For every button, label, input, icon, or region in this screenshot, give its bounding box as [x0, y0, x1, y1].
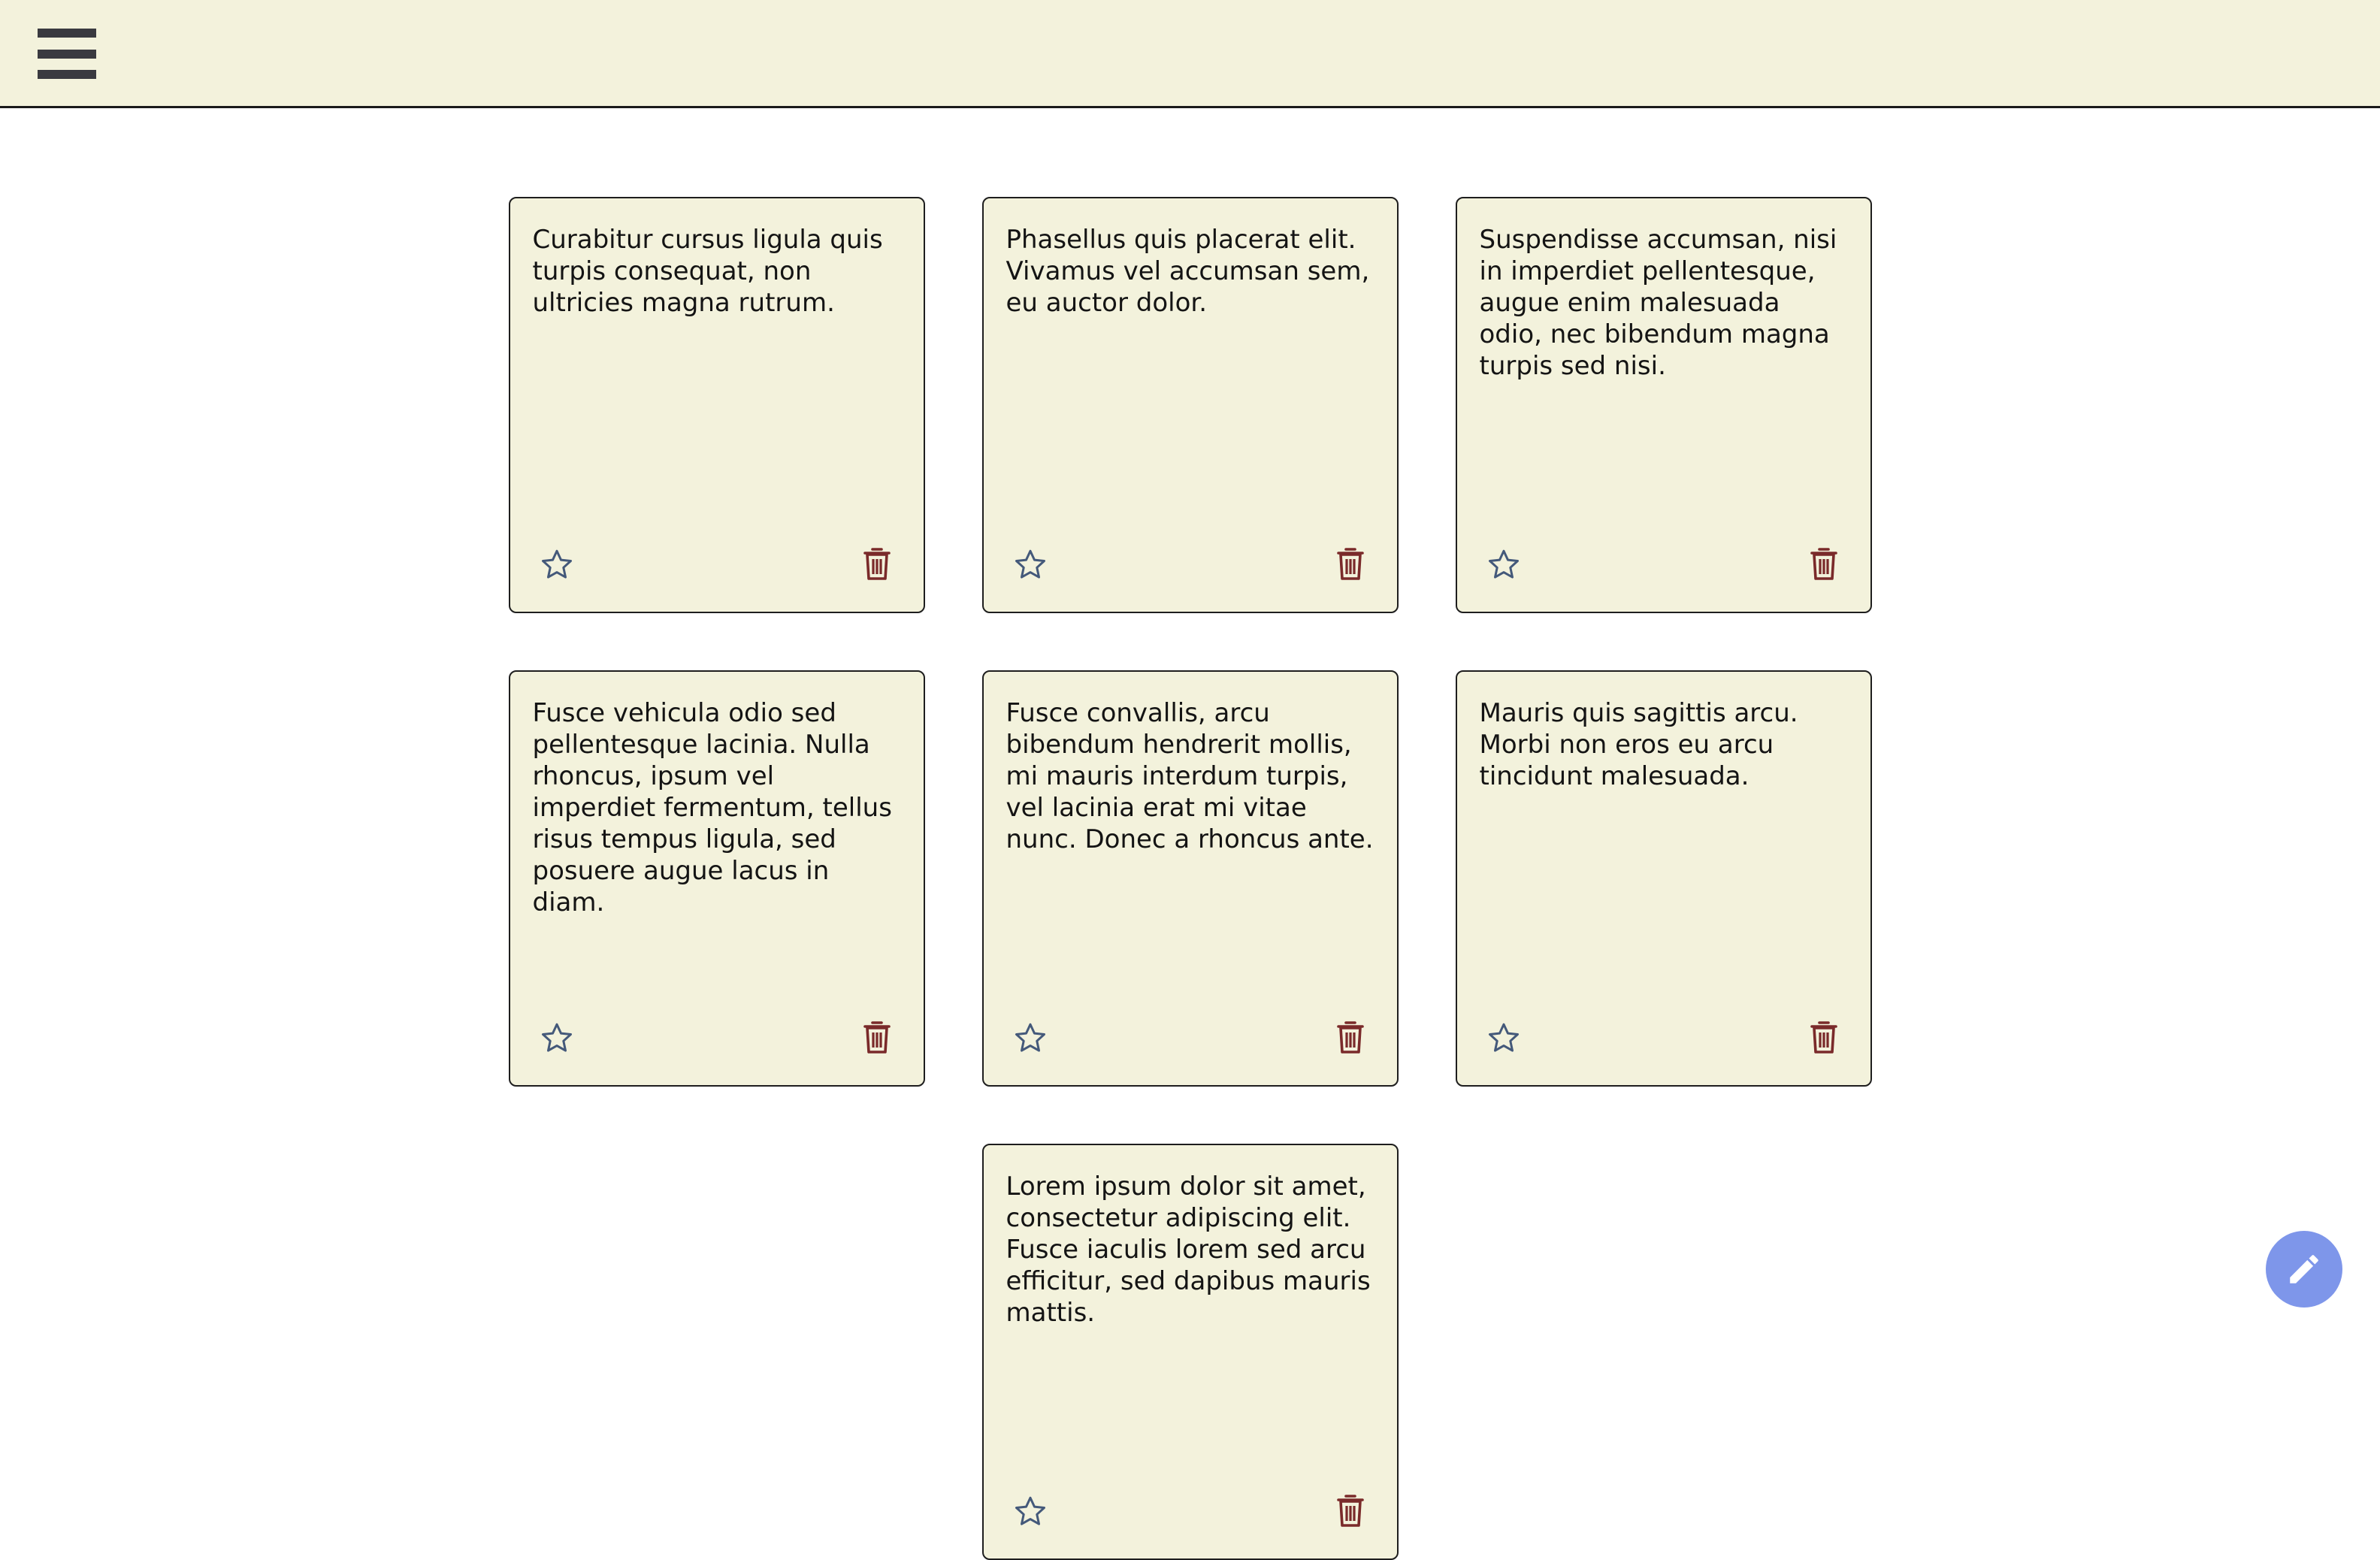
- star-icon[interactable]: [539, 1020, 575, 1057]
- note-card[interactable]: Suspendisse accumsan, nisi in imperdiet …: [1455, 197, 1872, 613]
- note-card[interactable]: Lorem ipsum dolor sit amet, consectetur …: [981, 1144, 1399, 1560]
- star-icon[interactable]: [1012, 1020, 1048, 1057]
- star-icon[interactable]: [1012, 547, 1048, 583]
- note-text: Fusce convallis, arcu bibendum hendrerit…: [1006, 698, 1374, 854]
- hamburger-menu-icon: [38, 29, 96, 38]
- top-app-bar: [0, 0, 2380, 108]
- star-icon[interactable]: [1486, 547, 1522, 583]
- note-card[interactable]: Fusce vehicula odio sed pellentesque lac…: [508, 670, 925, 1087]
- note-text: Lorem ipsum dolor sit amet, consectetur …: [1006, 1172, 1371, 1328]
- pencil-icon: [2290, 1255, 2318, 1283]
- star-icon[interactable]: [1486, 1020, 1522, 1057]
- trash-icon[interactable]: [1809, 547, 1839, 582]
- trash-icon[interactable]: [1809, 1020, 1839, 1055]
- star-icon[interactable]: [539, 547, 575, 583]
- note-card[interactable]: Phasellus quis placerat elit. Vivamus ve…: [981, 197, 1399, 613]
- note-text: Phasellus quis placerat elit. Vivamus ve…: [1006, 225, 1370, 318]
- note-text: Mauris quis sagittis arcu. Morbi non ero…: [1479, 698, 1798, 791]
- note-text: Curabitur cursus ligula quis turpis cons…: [532, 225, 883, 318]
- star-icon[interactable]: [1012, 1494, 1048, 1530]
- hamburger-menu-icon-bar: [38, 70, 96, 79]
- new-note-button[interactable]: [2266, 1231, 2342, 1308]
- menu-button[interactable]: [38, 27, 96, 80]
- note-card[interactable]: Curabitur cursus ligula quis turpis cons…: [508, 197, 925, 613]
- trash-icon[interactable]: [862, 547, 892, 582]
- note-card[interactable]: Fusce convallis, arcu bibendum hendrerit…: [981, 670, 1399, 1087]
- trash-icon[interactable]: [862, 1020, 892, 1055]
- trash-icon[interactable]: [1335, 1020, 1365, 1055]
- hamburger-menu-icon-bar: [38, 50, 96, 59]
- trash-icon[interactable]: [1335, 1494, 1365, 1528]
- trash-icon[interactable]: [1335, 547, 1365, 582]
- note-text: Suspendisse accumsan, nisi in imperdiet …: [1479, 225, 1837, 381]
- notes-grid: Curabitur cursus ligula quis turpis cons…: [0, 197, 2380, 1560]
- note-text: Fusce vehicula odio sed pellentesque lac…: [532, 698, 892, 918]
- note-card[interactable]: Mauris quis sagittis arcu. Morbi non ero…: [1455, 670, 1872, 1087]
